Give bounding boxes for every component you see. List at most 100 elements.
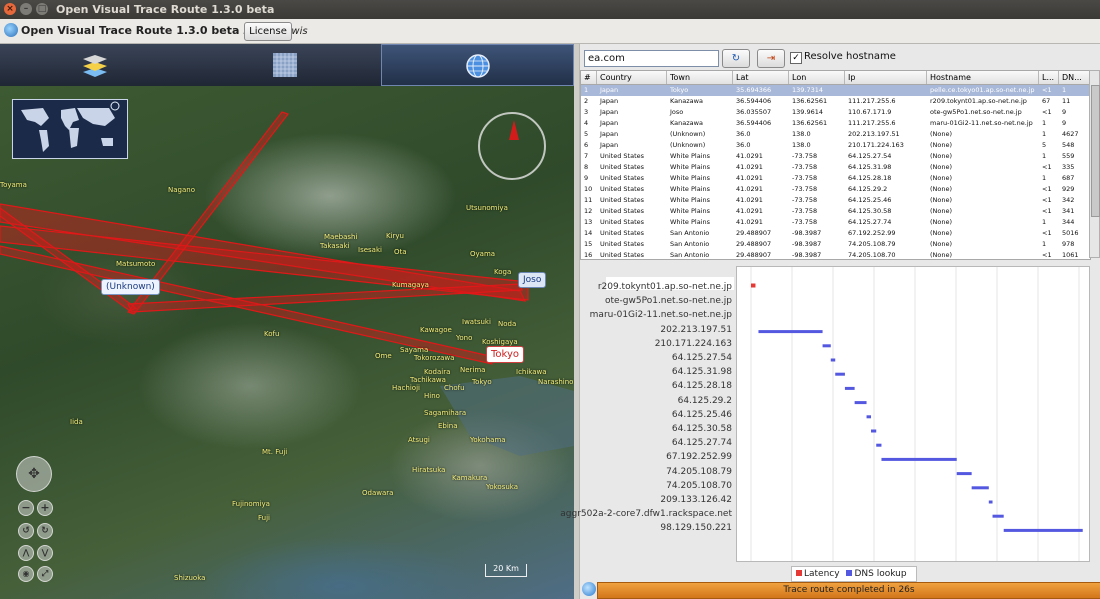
chart-hop-label: maru-01Gi2-11.net.so-net.ne.jp xyxy=(589,310,732,321)
table-row[interactable]: 11 United States White Plains 41.0291 -73.75… xyxy=(581,195,1090,206)
chart-hop-label: 64.125.25.46 xyxy=(671,409,732,420)
table-cell: <1 xyxy=(1042,196,1052,204)
table-scrollbar[interactable] xyxy=(1089,70,1100,258)
table-cell: 1061 xyxy=(1062,251,1079,259)
column-header-town[interactable]: Town xyxy=(667,71,733,84)
map-pin-joso[interactable]: Joso xyxy=(518,272,547,288)
window-maximize-button[interactable]: □ xyxy=(36,3,48,15)
map-label: Tokorozawa xyxy=(414,354,455,362)
zoom-out-button[interactable]: − xyxy=(18,500,34,516)
table-cell: 64.125.31.98 xyxy=(848,163,892,171)
column-header-lat[interactable]: Lat xyxy=(733,71,789,84)
table-cell: <1 xyxy=(1042,207,1052,215)
table-row[interactable]: 6 Japan (Unknown) 36.0 138.0 210.171.224.163 (… xyxy=(581,140,1090,151)
table-row[interactable]: 1 Japan Tokyo 35.694366 139.7314 pelle.ce.tok… xyxy=(581,85,1090,96)
hostname-input[interactable]: ea.com xyxy=(584,50,719,67)
table-cell: 64.125.29.2 xyxy=(848,185,888,193)
table-cell: 41.0291 xyxy=(736,196,763,204)
zoom-in-button[interactable]: + xyxy=(37,500,53,516)
2d-map-view-button[interactable] xyxy=(190,44,380,86)
table-row[interactable]: 13 United States White Plains 41.0291 -73.75… xyxy=(581,217,1090,228)
map-label: Nagano xyxy=(168,186,195,194)
table-cell: <1 xyxy=(1042,163,1052,171)
rotate-right-button[interactable]: ↻ xyxy=(37,523,53,539)
route-table[interactable]: # Country Town Lat Lon Ip Hostname L... … xyxy=(580,70,1091,260)
map-view[interactable]: Toyama Nagano Utsunomiya Maebashi Takasa… xyxy=(0,86,574,599)
table-cell: 136.62561 xyxy=(792,119,828,127)
table-row[interactable]: 9 United States White Plains 41.0291 -73.758… xyxy=(581,173,1090,184)
table-row[interactable]: 16 United States San Antonio 29.488907 -98.3… xyxy=(581,250,1090,259)
export-button[interactable]: ⇥ xyxy=(757,49,785,68)
view-mode-toolbar xyxy=(0,44,574,86)
table-row[interactable]: 12 United States White Plains 41.0291 -73.75… xyxy=(581,206,1090,217)
table-row[interactable]: 4 Japan Kanazawa 36.594406 136.62561 111.217.… xyxy=(581,118,1090,129)
window-titlebar: × – □ Open Visual Trace Route 1.3.0 beta xyxy=(0,0,1100,19)
reset-view-button[interactable]: ◉ xyxy=(18,566,34,582)
table-row[interactable]: 3 Japan Joso 36.035507 139.9614 110.67.171.9 o… xyxy=(581,107,1090,118)
license-button[interactable]: License xyxy=(244,22,292,41)
dns-bar xyxy=(835,372,845,376)
map-pin-tokyo[interactable]: Tokyo xyxy=(486,346,524,363)
table-cell: Japan xyxy=(600,141,619,149)
map-label: Hino xyxy=(424,392,440,400)
map-label: Kodaira xyxy=(424,368,451,376)
dns-bar xyxy=(992,514,1004,518)
window-minimize-button[interactable]: – xyxy=(20,3,32,15)
table-cell: (None) xyxy=(930,152,953,160)
table-cell: 138.0 xyxy=(792,130,811,138)
column-header-ip[interactable]: Ip xyxy=(845,71,927,84)
table-cell: United States xyxy=(600,163,645,171)
resolve-hostname-checkbox[interactable]: ✓ xyxy=(790,52,802,64)
compass-control[interactable] xyxy=(478,112,546,180)
world-minimap[interactable] xyxy=(12,99,128,159)
3d-globe-view-button[interactable] xyxy=(381,44,574,86)
table-cell: 335 xyxy=(1062,163,1075,171)
table-cell: 14 xyxy=(584,229,593,237)
start-trace-button[interactable]: ↻ xyxy=(722,49,750,68)
dns-bar xyxy=(758,330,823,334)
table-cell: 74.205.108.70 xyxy=(848,251,896,259)
table-cell: United States xyxy=(600,196,645,204)
table-row[interactable]: 7 United States White Plains 41.0291 -73.758… xyxy=(581,151,1090,162)
table-cell: 1 xyxy=(1042,218,1047,226)
table-row[interactable]: 2 Japan Kanazawa 36.594406 136.62561 111.217.… xyxy=(581,96,1090,107)
map-label: Fuji xyxy=(258,514,270,522)
table-row[interactable]: 15 United States San Antonio 29.488907 -98.3… xyxy=(581,239,1090,250)
table-row[interactable]: 10 United States White Plains 41.0291 -73.75… xyxy=(581,184,1090,195)
map-pin-unknown[interactable]: (Unknown) xyxy=(101,279,160,295)
globe-view-icon xyxy=(465,54,490,78)
table-cell: 36.594406 xyxy=(736,119,772,127)
window-title: Open Visual Trace Route 1.3.0 beta xyxy=(56,3,275,16)
table-cell: -73.758 xyxy=(792,218,818,226)
rotate-left-button[interactable]: ↺ xyxy=(18,523,34,539)
column-header-hostname[interactable]: Hostname xyxy=(927,71,1039,84)
chart-hop-label: 64.125.28.18 xyxy=(671,381,732,392)
table-row[interactable]: 8 United States White Plains 41.0291 -73.758… xyxy=(581,162,1090,173)
window-close-button[interactable]: × xyxy=(4,3,16,15)
table-cell: 8 xyxy=(584,163,589,171)
column-header-num[interactable]: # xyxy=(581,71,597,84)
status-play-icon[interactable] xyxy=(582,582,596,596)
table-cell: 29.488907 xyxy=(736,240,772,248)
column-header-dns[interactable]: DN... xyxy=(1059,71,1090,84)
map-label: Hachioji xyxy=(392,384,420,392)
column-header-lon[interactable]: Lon xyxy=(789,71,845,84)
scrollbar-thumb[interactable] xyxy=(1091,85,1100,217)
table-row[interactable]: 5 Japan (Unknown) 36.0 138.0 202.213.197.51 (N… xyxy=(581,129,1090,140)
table-cell: <1 xyxy=(1042,185,1052,193)
fullscreen-button[interactable]: ⤢ xyxy=(37,566,53,582)
table-cell: 111.217.255.6 xyxy=(848,119,896,127)
table-cell: 35.694366 xyxy=(736,86,772,94)
column-header-latency[interactable]: L... xyxy=(1039,71,1059,84)
table-cell: White Plains xyxy=(670,207,710,215)
tilt-up-button[interactable]: ⋀ xyxy=(18,545,34,561)
map-label: Atsugi xyxy=(408,436,430,444)
layers-view-button[interactable] xyxy=(0,44,190,86)
pan-control[interactable]: ✥ xyxy=(16,456,52,492)
dns-bar xyxy=(988,500,993,504)
table-cell: United States xyxy=(600,185,645,193)
table-row[interactable]: 14 United States San Antonio 29.488907 -98.3… xyxy=(581,228,1090,239)
chart-hop-label: 209.133.126.42 xyxy=(660,495,732,505)
column-header-country[interactable]: Country xyxy=(597,71,667,84)
tilt-down-button[interactable]: ⋁ xyxy=(37,545,53,561)
